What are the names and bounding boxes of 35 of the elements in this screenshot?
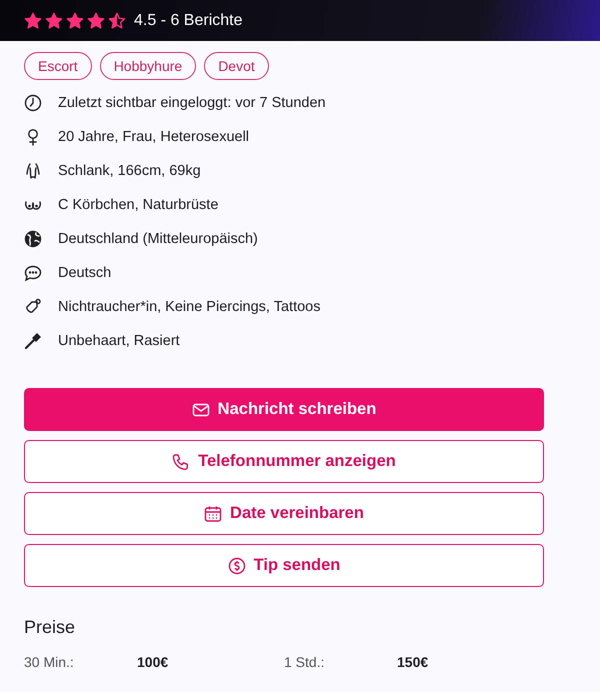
price-value: 100€ bbox=[137, 654, 170, 670]
figure-icon bbox=[24, 162, 42, 180]
action-button[interactable]: Date vereinbaren bbox=[24, 492, 544, 535]
detail-text: Schlank, 166cm, 69kg bbox=[58, 163, 201, 179]
category-tag[interactable]: Devot bbox=[204, 52, 269, 80]
rating-text: 4.5 - 6 Berichte bbox=[134, 12, 242, 30]
duration-label: 30 Min.: bbox=[24, 654, 75, 670]
star-icon bbox=[108, 12, 126, 30]
star-icon bbox=[45, 12, 63, 30]
action-button[interactable]: Tip senden bbox=[24, 544, 544, 587]
category-tag[interactable]: Escort bbox=[24, 52, 92, 80]
duration-label: 1 Std.: bbox=[284, 654, 326, 670]
action-button[interactable]: Telefonnummer anzeigen bbox=[24, 440, 544, 483]
razor-icon bbox=[24, 332, 42, 350]
price-value: 150€ bbox=[397, 654, 430, 670]
detail-text: Nichtraucher*in, Keine Piercings, Tattoos bbox=[58, 299, 320, 315]
calendar-icon bbox=[204, 504, 222, 522]
coin-icon bbox=[228, 556, 246, 574]
action-button[interactable]: Nachricht schreiben bbox=[24, 388, 544, 431]
detail-text: 20 Jahre, Frau, Heterosexuell bbox=[58, 129, 250, 145]
detail-text: C Körbchen, Naturbrüste bbox=[58, 197, 218, 213]
star-icon bbox=[24, 12, 42, 30]
star-icon bbox=[87, 12, 105, 30]
detail-text: Deutschland (Mitteleuropäisch) bbox=[58, 231, 258, 247]
globe-icon bbox=[24, 230, 42, 248]
detail-text: Deutsch bbox=[58, 265, 112, 281]
detail-text: Zuletzt sichtbar eingeloggt: vor 7 Stunden bbox=[58, 95, 326, 111]
chat-bubble-icon bbox=[24, 264, 42, 282]
phone-icon bbox=[172, 452, 190, 470]
star-icon bbox=[66, 12, 84, 30]
tag-icon bbox=[24, 298, 42, 316]
detail-text: Unbehaart, Rasiert bbox=[58, 333, 180, 349]
category-tag[interactable]: Hobbyhure bbox=[100, 52, 196, 80]
section-heading: Preise bbox=[24, 617, 76, 638]
clock-icon bbox=[24, 94, 42, 112]
